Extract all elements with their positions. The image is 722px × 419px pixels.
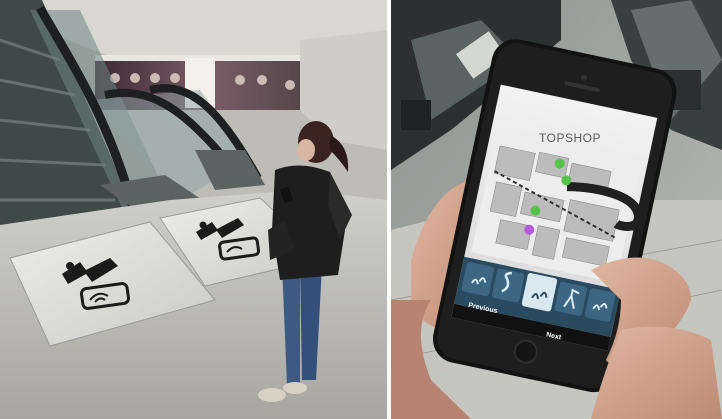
- right-photo: [391, 0, 722, 419]
- phone-scene: [391, 0, 722, 419]
- escalator-scene: [0, 0, 387, 419]
- store-sign: TOPSHOP: [535, 124, 605, 152]
- store-sign-label: TOPSHOP: [539, 131, 601, 145]
- left-photo: [0, 0, 387, 419]
